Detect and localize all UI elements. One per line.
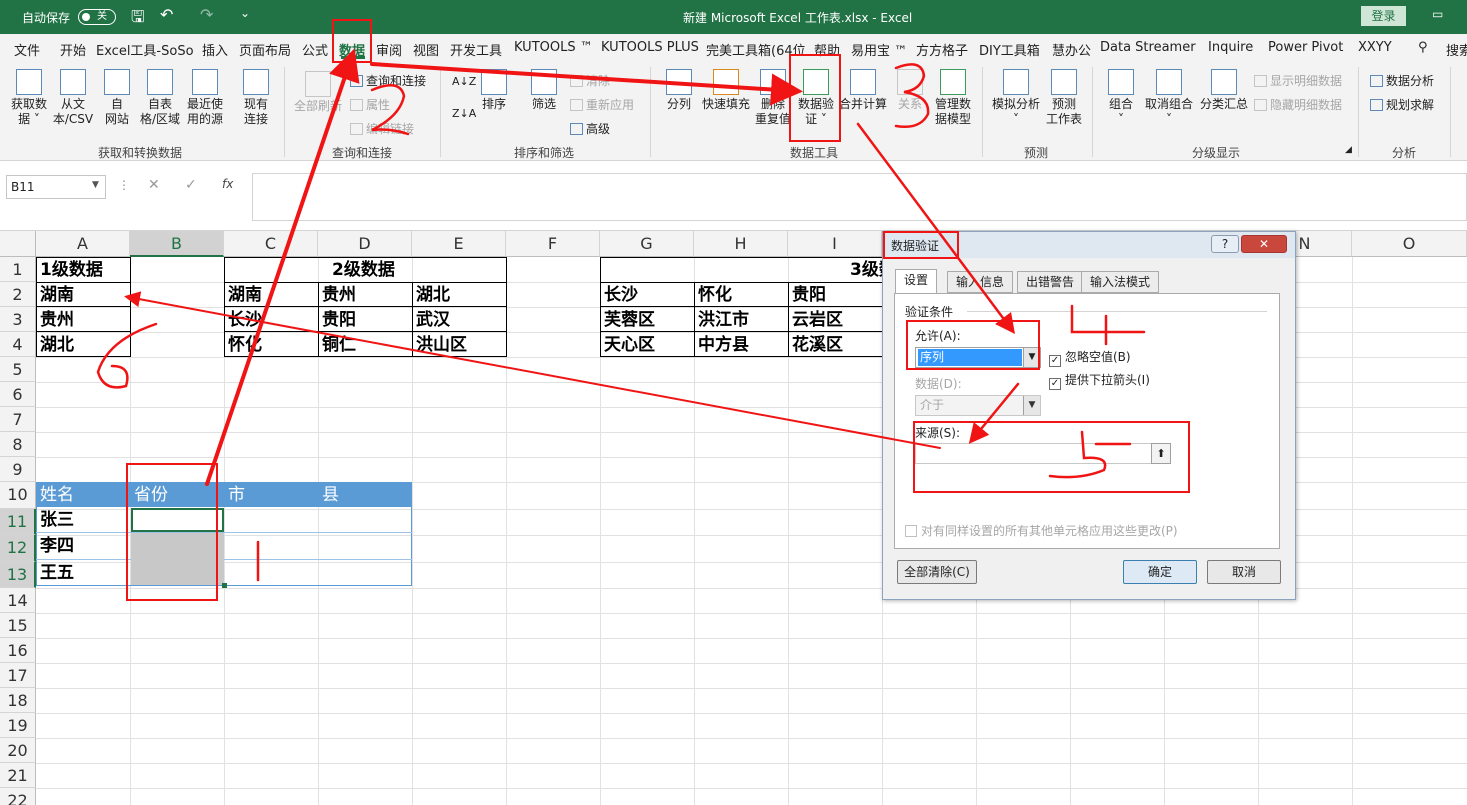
arrow-source-to-level1 bbox=[124, 291, 941, 449]
step-3-mark bbox=[894, 63, 930, 128]
annotation-overlay bbox=[96, 48, 1146, 582]
arrow-validation-to-allow bbox=[856, 122, 1015, 335]
excel-window: 自动保存 关 🖫 ↶ ↷ ⌄ 新建 Microsoft Excel 工作表.xl… bbox=[0, 0, 1467, 805]
arrow-data-tab-to-validation bbox=[370, 62, 803, 106]
step-2-mark bbox=[370, 83, 410, 136]
step-4-mark bbox=[1070, 304, 1146, 346]
arrow-province-to-data-tab bbox=[205, 48, 360, 486]
arrow-allow-to-source bbox=[968, 382, 1020, 444]
step-6-mark bbox=[96, 322, 158, 389]
handwritten-step-numbers bbox=[96, 63, 1146, 582]
step-5-mark bbox=[1048, 430, 1132, 479]
